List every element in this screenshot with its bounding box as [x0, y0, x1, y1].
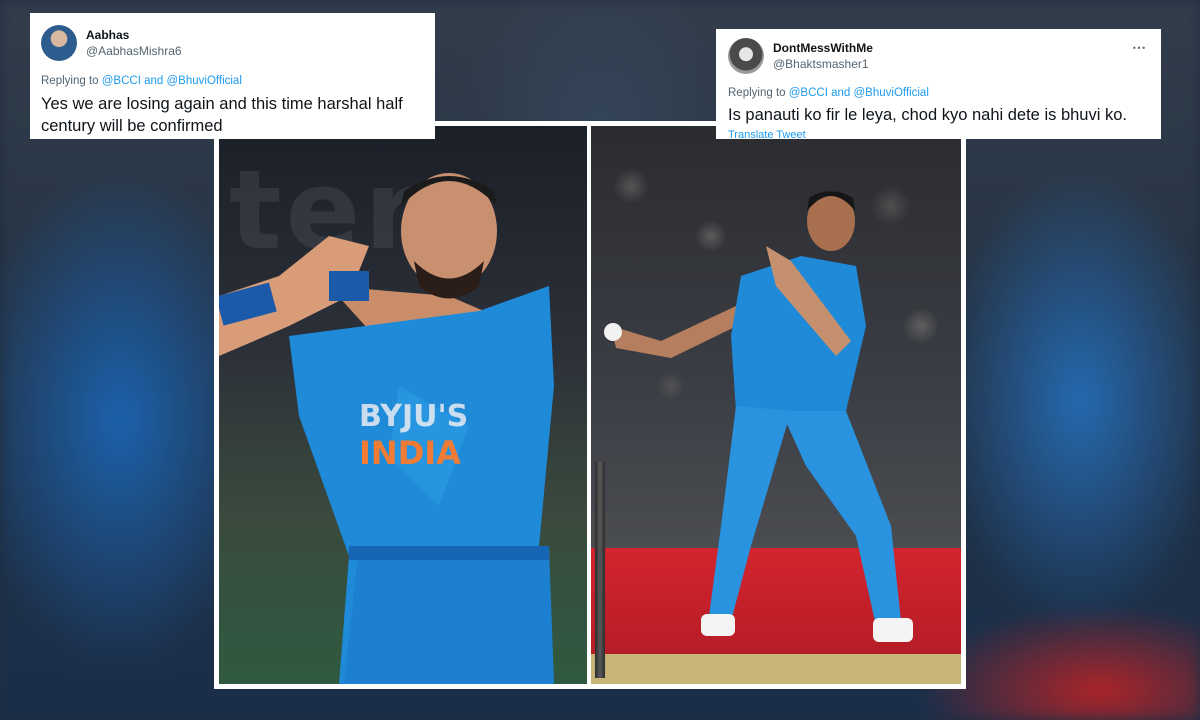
reply-prefix: Replying to [41, 75, 99, 87]
tweet-header: DontMessWithMe @Bhaktsmasher1 ⋯ [716, 29, 1161, 74]
replying-to-line: Replying to @BCCI and @BhuviOfficial [728, 87, 1161, 99]
reply-conjunction: and [144, 75, 164, 87]
photo-harshal-bowling: ter BYJU'S INDIA [219, 126, 587, 684]
translate-tweet-link[interactable]: Translate Tweet [728, 129, 1161, 139]
tweet-text: Is panauti ko fir le leya, chod kyo nahi… [728, 106, 1127, 124]
mention-link-bcci[interactable]: @BCCI [102, 75, 141, 87]
display-name[interactable]: DontMessWithMe [773, 40, 873, 56]
tweet-card[interactable]: Aabhas @AabhasMishra6 Replying to @BCCI … [30, 13, 435, 139]
user-handle[interactable]: @AabhasMishra6 [86, 43, 182, 59]
bowler-figure-left: BYJU'S INDIA [219, 173, 554, 684]
composite-photo: ter BYJU'S INDIA [214, 121, 966, 689]
user-avatar[interactable] [728, 38, 764, 74]
more-options-icon[interactable]: ⋯ [1132, 39, 1147, 56]
bowler-figure-right [604, 191, 913, 642]
reply-prefix: Replying to [728, 87, 786, 99]
display-name[interactable]: Aabhas [86, 27, 182, 43]
mention-link-bhuvi[interactable]: @BhuviOfficial [167, 75, 242, 87]
user-avatar[interactable] [41, 25, 77, 61]
svg-text:BYJU'S: BYJU'S [359, 399, 468, 434]
tweet-text: Yes we are losing again and this time ha… [41, 95, 403, 135]
replying-to-line: Replying to @BCCI and @BhuviOfficial [41, 75, 435, 87]
user-handle[interactable]: @Bhaktsmasher1 [773, 56, 873, 72]
tweet-header: Aabhas @AabhasMishra6 [30, 13, 435, 61]
mention-link-bhuvi[interactable]: @BhuviOfficial [854, 87, 929, 99]
tweet-card[interactable]: DontMessWithMe @Bhaktsmasher1 ⋯ Replying… [716, 29, 1161, 139]
jersey-text-india: INDIA [359, 434, 461, 472]
reply-conjunction: and [831, 87, 851, 99]
photo-bhuvi-bowling [591, 126, 961, 684]
mention-link-bcci[interactable]: @BCCI [789, 87, 828, 99]
